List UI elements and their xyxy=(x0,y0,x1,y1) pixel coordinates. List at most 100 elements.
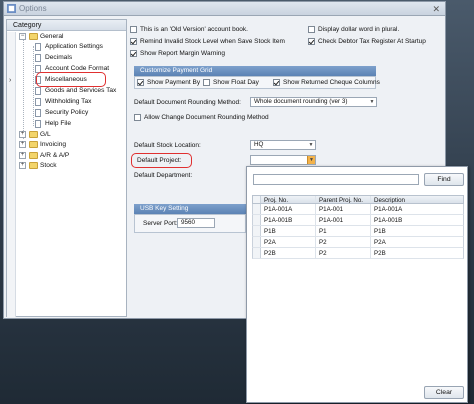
table-cell: P1B xyxy=(374,228,386,235)
chevron-down-icon[interactable]: ▼ xyxy=(368,98,376,106)
document-icon xyxy=(35,87,41,95)
grid-header-row: Proj. No. Parent Proj. No. Description xyxy=(252,195,464,204)
tree-item-gl[interactable]: + G/L xyxy=(19,130,124,140)
table-cell: P2B xyxy=(261,248,316,258)
checkbox-box[interactable] xyxy=(308,26,315,33)
column-header[interactable]: Proj. No. xyxy=(261,196,316,203)
tree-item-label: A/R & A/P xyxy=(40,152,70,159)
tree-item-ar-ap[interactable]: + A/R & A/P xyxy=(19,151,124,161)
show-float-day-checkbox[interactable]: Show Float Day xyxy=(203,79,259,86)
project-search-input[interactable] xyxy=(253,174,419,185)
table-cell: P1A-001B xyxy=(261,215,316,225)
selector-arrow-icon: › xyxy=(9,77,12,84)
grid-indicator-cell xyxy=(253,215,261,225)
tree-item-security-policy[interactable]: Security Policy xyxy=(29,108,124,118)
document-icon xyxy=(35,43,41,51)
default-department-label: Default Department: xyxy=(134,172,193,179)
dollar-word-checkbox[interactable]: Display dollar word in plural. xyxy=(308,26,399,33)
folder-icon xyxy=(29,162,38,169)
checkbox-label: Display dollar word in plural. xyxy=(318,26,400,33)
grid-indicator-cell xyxy=(253,204,261,214)
usb-key-header: USB Key Setting xyxy=(134,204,246,214)
rounding-select[interactable]: Whole document rounding (ver 3) ▼ xyxy=(250,97,377,107)
folder-icon xyxy=(29,131,38,138)
checkbox-box[interactable] xyxy=(130,26,137,33)
rounding-label: Default Document Rounding Method: xyxy=(134,99,241,106)
find-button[interactable]: Find xyxy=(424,173,464,186)
table-cell: P1 xyxy=(316,226,371,236)
table-row[interactable]: P1B P1 P1B xyxy=(252,226,464,237)
checkbox-box[interactable] xyxy=(137,79,144,86)
folder-icon xyxy=(29,33,38,40)
document-icon xyxy=(35,109,41,117)
expand-icon[interactable]: + xyxy=(19,131,26,138)
expand-icon[interactable]: + xyxy=(19,152,26,159)
tree-item-decimals[interactable]: Decimals xyxy=(29,53,124,63)
checkbox-box[interactable] xyxy=(203,79,210,86)
checkbox-box[interactable] xyxy=(308,38,315,45)
table-cell: P2 xyxy=(316,237,371,247)
tree-item-help-file[interactable]: Help File xyxy=(29,119,124,129)
table-cell: P1A-001A xyxy=(261,204,316,214)
document-icon xyxy=(35,98,41,106)
category-header: Category xyxy=(7,20,126,31)
folder-icon xyxy=(29,152,38,159)
checkbox-box[interactable] xyxy=(130,38,137,45)
table-row[interactable]: P1A-001A P1A-001 P1A-001A xyxy=(252,204,464,215)
checkbox-label: Remind Invalid Stock Level when Save Sto… xyxy=(140,38,285,45)
checkbox-label: Show Payment By xyxy=(147,79,201,86)
tree-item-invoicing[interactable]: + Invoicing xyxy=(19,140,124,150)
table-row[interactable]: P2A P2 P2A xyxy=(252,237,464,248)
tree-item-general[interactable]: − General xyxy=(19,32,124,42)
tree-item-application-settings[interactable]: Application Settings xyxy=(29,42,124,52)
chevron-down-icon[interactable]: ▼ xyxy=(307,156,315,164)
table-row[interactable]: P2B P2 P2B xyxy=(252,248,464,259)
clear-button[interactable]: Clear xyxy=(424,386,464,399)
table-row[interactable]: P1A-001B P1A-001 P1A-001B xyxy=(252,215,464,226)
default-project-select[interactable]: ▼ xyxy=(250,155,316,165)
checkbox-box[interactable] xyxy=(130,50,137,57)
stock-location-select[interactable]: HQ ▼ xyxy=(250,140,316,150)
close-icon[interactable]: ✕ xyxy=(432,4,440,15)
old-version-checkbox[interactable]: This is an 'Old Version' account book. xyxy=(130,26,248,33)
checkbox-box[interactable] xyxy=(273,79,280,86)
tree-line xyxy=(23,37,24,139)
usb-key-body: Server Port: 9560 xyxy=(134,214,246,233)
show-returned-checkbox[interactable]: Show Returned Cheque Columns xyxy=(273,79,380,86)
payment-grid-body: Show Payment By Show Float Day Show Retu… xyxy=(134,76,380,89)
grid-indicator-cell xyxy=(253,226,261,236)
checkbox-label: Show Report Margin Warning xyxy=(140,50,226,57)
table-cell: P1A-001B xyxy=(374,217,403,224)
tree-item-stock[interactable]: + Stock xyxy=(19,161,124,171)
checkbox-box[interactable] xyxy=(134,114,141,121)
expand-icon[interactable]: + xyxy=(19,162,26,169)
grid-indicator-cell xyxy=(253,237,261,247)
tree-item-gst[interactable]: Goods and Services Tax xyxy=(29,86,124,96)
checkbox-label: Show Float Day xyxy=(213,79,259,86)
server-port-input[interactable]: 9560 xyxy=(177,218,215,228)
margin-warning-checkbox[interactable]: Show Report Margin Warning xyxy=(130,50,225,57)
tree-item-withholding-tax[interactable]: Withholding Tax xyxy=(29,97,124,107)
column-header[interactable]: Parent Proj. No. xyxy=(316,196,371,203)
title-bar: Options xyxy=(4,2,445,16)
project-lookup-popup: Find Proj. No. Parent Proj. No. Descript… xyxy=(246,166,468,403)
table-cell: P1A-001 xyxy=(316,204,371,214)
collapse-icon[interactable]: − xyxy=(19,33,26,40)
show-payment-by-checkbox[interactable]: Show Payment By xyxy=(137,79,200,86)
grid-indicator-cell xyxy=(253,196,261,203)
checkbox-label: Show Returned Cheque Columns xyxy=(283,79,380,86)
remind-stock-checkbox[interactable]: Remind Invalid Stock Level when Save Sto… xyxy=(130,38,285,45)
app-icon xyxy=(7,4,16,13)
category-tree: Category › − General Application Setting… xyxy=(6,19,127,317)
tree-item-label: Security Policy xyxy=(45,109,89,116)
column-header[interactable]: Description xyxy=(371,196,463,203)
chevron-down-icon[interactable]: ▼ xyxy=(307,141,315,149)
check-debtor-checkbox[interactable]: Check Debtor Tax Register At Startup xyxy=(308,38,426,45)
table-cell: P2A xyxy=(374,239,386,246)
project-grid: Proj. No. Parent Proj. No. Description P… xyxy=(252,195,464,259)
expand-icon[interactable]: + xyxy=(19,141,26,148)
allow-change-rounding-checkbox[interactable]: Allow Change Document Rounding Method xyxy=(134,114,269,121)
stock-location-value: HQ xyxy=(254,141,264,148)
tree-item-label: Help File xyxy=(45,120,72,127)
row-indicator-strip xyxy=(7,32,16,317)
